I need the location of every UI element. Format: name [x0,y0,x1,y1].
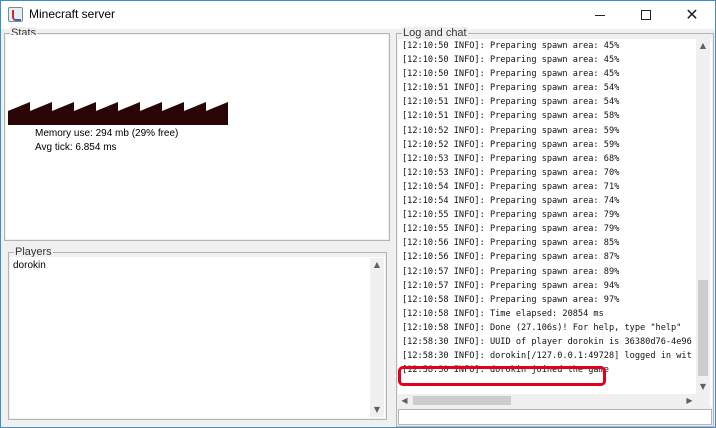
chat-input[interactable] [398,409,712,425]
maximize-button[interactable] [623,1,669,29]
log-title: Log and chat [402,27,468,39]
minimize-icon [595,14,605,16]
log-lines: [12:10:50 INFO]: Preparing spawn area: 4… [402,39,692,377]
scroll-down-icon[interactable]: ▼ [696,380,710,394]
players-list[interactable]: dorokin ▲ ▼ [10,257,385,418]
players-scrollbar[interactable]: ▲ ▼ [370,258,384,417]
log-line: [12:10:54 INFO]: Preparing spawn area: 7… [402,196,620,207]
memory-use-label: Memory use: 294 mb (29% free) [35,128,179,139]
java-cup-icon [8,7,23,22]
log-line: [12:10:55 INFO]: Preparing spawn area: 7… [402,210,620,221]
scroll-down-icon[interactable]: ▼ [370,403,384,417]
log-line: [12:10:51 INFO]: Preparing spawn area: 5… [402,97,620,108]
minimize-button[interactable] [577,1,623,29]
title-bar[interactable]: Minecraft server ✕ [1,1,715,29]
log-line: [12:10:58 INFO]: Time elapsed: 20854 ms [402,308,604,319]
tick-graph [8,102,228,125]
log-line: [12:10:51 INFO]: Preparing spawn area: 5… [402,111,620,122]
log-line: [12:10:53 INFO]: Preparing spawn area: 6… [402,153,620,164]
scroll-corner [696,394,710,407]
scroll-right-icon[interactable]: ▶ [683,394,696,407]
log-line: [12:10:50 INFO]: Preparing spawn area: 4… [402,55,620,66]
log-vertical-scrollbar[interactable]: ▲ ▼ [696,39,710,394]
joined-line-highlight [398,366,606,386]
log-line: [12:10:58 INFO]: Done (27.106s)! For hel… [402,322,682,333]
stats-area: Memory use: 294 mb (29% free) Avg tick: … [6,35,388,239]
log-line: [12:10:56 INFO]: Preparing spawn area: 8… [402,238,620,249]
log-line: [12:58:30 INFO]: dorokin[/127.0.0.1:4972… [402,351,692,362]
avg-tick-label: Avg tick: 6.854 ms [35,142,117,153]
window-title: Minecraft server [29,7,116,21]
log-horizontal-scrollbar[interactable]: ◀ ▶ [398,394,696,407]
tick-graph-fill [8,102,228,125]
log-line: [12:58:30 INFO]: UUID of player dorokin … [402,336,692,347]
server-window: Minecraft server ✕ Stats Memory use: 294… [0,0,716,428]
log-line: [12:10:50 INFO]: Preparing spawn area: 4… [402,41,620,51]
scroll-up-icon[interactable]: ▲ [696,39,710,53]
log-line: [12:10:50 INFO]: Preparing spawn area: 4… [402,69,620,80]
scroll-left-icon[interactable]: ◀ [398,394,411,407]
player-item[interactable]: dorokin [13,260,46,271]
maximize-icon [641,10,651,20]
log-horizontal-thumb[interactable] [413,396,511,405]
log-panel: Log and chat [12:10:50 INFO]: Preparing … [396,27,714,427]
log-line: [12:10:55 INFO]: Preparing spawn area: 7… [402,224,620,235]
log-area[interactable]: [12:10:50 INFO]: Preparing spawn area: 4… [398,39,712,407]
players-panel: Players dorokin ▲ ▼ [8,246,387,420]
stats-panel: Stats Memory use: 294 mb (29% free) Avg … [4,27,390,241]
log-line: [12:10:53 INFO]: Preparing spawn area: 7… [402,167,620,178]
log-line: [12:10:57 INFO]: Preparing spawn area: 8… [402,266,620,277]
log-line: [12:10:56 INFO]: Preparing spawn area: 8… [402,252,620,263]
log-line: [12:10:57 INFO]: Preparing spawn area: 9… [402,280,620,291]
log-line: [12:10:52 INFO]: Preparing spawn area: 5… [402,125,620,136]
log-line: [12:10:58 INFO]: Preparing spawn area: 9… [402,294,620,305]
log-line: [12:10:54 INFO]: Preparing spawn area: 7… [402,181,620,192]
scroll-up-icon[interactable]: ▲ [370,258,384,272]
log-vertical-thumb[interactable] [698,280,708,376]
log-line: [12:10:51 INFO]: Preparing spawn area: 5… [402,83,620,94]
close-icon: ✕ [685,5,699,24]
log-line: [12:10:52 INFO]: Preparing spawn area: 5… [402,139,620,150]
close-button[interactable]: ✕ [669,1,715,29]
